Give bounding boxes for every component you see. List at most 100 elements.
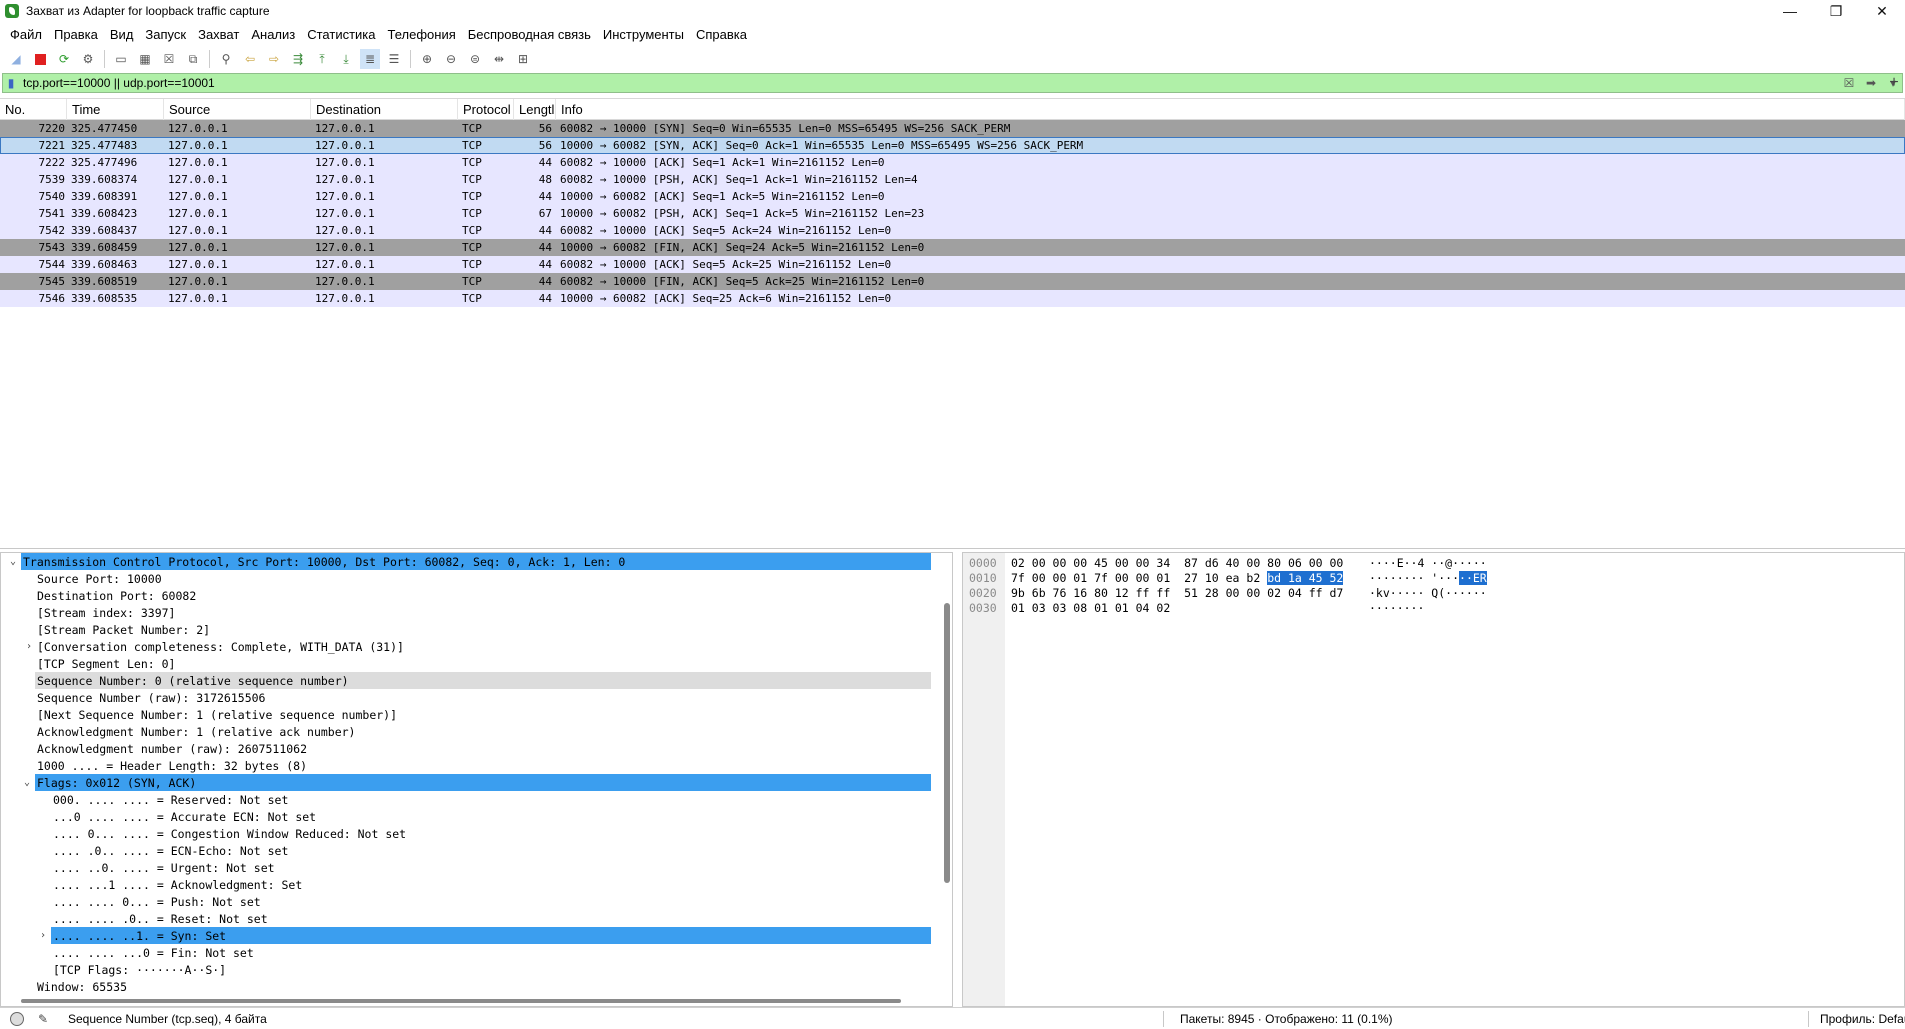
expert-info-icon[interactable] xyxy=(10,1011,24,1026)
display-filter-input[interactable] xyxy=(19,74,1840,92)
detail-tree-item[interactable]: 000. .... .... = Reserved: Not set xyxy=(1,791,952,808)
hex-ascii-row[interactable]: ········ xyxy=(1369,601,1519,616)
pane-splitter[interactable] xyxy=(0,548,1905,549)
maximize-icon[interactable]: ❐ xyxy=(1813,0,1859,22)
bookmark-icon[interactable]: ▮ xyxy=(3,74,19,92)
go-forward-icon[interactable]: ⇨ xyxy=(264,49,284,69)
menu-view[interactable]: Вид xyxy=(104,27,140,42)
go-back-icon[interactable]: ⇦ xyxy=(240,49,260,69)
detail-tree-item[interactable]: Sequence Number (raw): 3172615506 xyxy=(1,689,952,706)
hex-byte-row[interactable]: 9b 6b 76 16 80 12 ff ff 51 28 00 00 02 0… xyxy=(1011,586,1361,601)
zoom-in-icon[interactable]: ⊕ xyxy=(417,49,437,69)
detail-tree-item[interactable]: 1000 .... = Header Length: 32 bytes (8) xyxy=(1,757,952,774)
detail-tree-item[interactable]: [TCP Segment Len: 0] xyxy=(1,655,952,672)
hex-bytes[interactable]: 02 00 00 00 45 00 00 34 87 d6 40 00 80 0… xyxy=(1011,556,1361,616)
start-capture-icon[interactable]: ◢ xyxy=(6,49,26,69)
chevron-down-icon[interactable]: ⌄ xyxy=(21,777,33,788)
detail-tree-item[interactable]: [TCP Flags: ·······A··S·] xyxy=(1,961,952,978)
last-packet-icon[interactable]: ⤓ xyxy=(336,49,356,69)
status-profile[interactable]: Профиль: Default xyxy=(1820,1012,1905,1026)
column-header-destination[interactable]: Destination xyxy=(311,98,458,120)
chevron-right-icon[interactable]: › xyxy=(23,641,35,652)
column-header-no[interactable]: No. xyxy=(0,98,67,120)
save-file-icon[interactable]: ▦ xyxy=(135,49,155,69)
detail-tree-item[interactable]: Window: 65535 xyxy=(1,978,952,995)
detail-tree-item[interactable]: .... .... .0.. = Reset: Not set xyxy=(1,910,952,927)
hex-byte-row[interactable]: 02 00 00 00 45 00 00 34 87 d6 40 00 80 0… xyxy=(1011,556,1361,571)
packet-row[interactable]: 7541 339.608423 127.0.0.1 127.0.0.1 TCP 67 100… xyxy=(0,205,1905,222)
detail-tree-item[interactable]: › [Conversation completeness: Complete, W… xyxy=(1,638,952,655)
detail-tree-item[interactable]: .... ..0. .... = Urgent: Not set xyxy=(1,859,952,876)
packet-row[interactable]: 7545 339.608519 127.0.0.1 127.0.0.1 TCP 44 600… xyxy=(0,273,1905,290)
close-icon[interactable]: ✕ xyxy=(1859,0,1905,22)
add-filter-button-icon[interactable]: + xyxy=(1885,73,1903,93)
menu-statistics[interactable]: Статистика xyxy=(301,27,381,42)
find-packet-icon[interactable]: ⚲ xyxy=(216,49,236,69)
autoscroll-icon[interactable]: ≣ xyxy=(360,49,380,69)
column-header-time[interactable]: Time xyxy=(67,98,164,120)
menu-help[interactable]: Справка xyxy=(690,27,753,42)
go-to-packet-icon[interactable]: ⇶ xyxy=(288,49,308,69)
packet-row[interactable]: 7544 339.608463 127.0.0.1 127.0.0.1 TCP 44 600… xyxy=(0,256,1905,273)
column-header-source[interactable]: Source xyxy=(164,98,311,120)
reload-file-icon[interactable]: ⧉ xyxy=(183,49,203,69)
detail-tree-item[interactable]: ⌄ Flags: 0x012 (SYN, ACK) xyxy=(24,774,931,791)
menu-edit[interactable]: Правка xyxy=(48,27,104,42)
zoom-out-icon[interactable]: ⊖ xyxy=(441,49,461,69)
detail-tree-item[interactable]: .... 0... .... = Congestion Window Reduc… xyxy=(1,825,952,842)
packet-row[interactable]: 7222 325.477496 127.0.0.1 127.0.0.1 TCP 44 600… xyxy=(0,154,1905,171)
resize-columns-icon[interactable]: ⇹ xyxy=(489,49,509,69)
column-header-length[interactable]: Lengtl xyxy=(514,98,556,120)
hex-byte-row[interactable]: 01 03 03 08 01 01 04 02 xyxy=(1011,601,1361,616)
apply-filter-icon[interactable]: ➡ xyxy=(1858,74,1884,92)
packet-row[interactable]: 7220 325.477450 127.0.0.1 127.0.0.1 TCP 56 600… xyxy=(0,120,1905,137)
capture-options-icon[interactable]: ⚙ xyxy=(78,49,98,69)
packet-row[interactable]: 7540 339.608391 127.0.0.1 127.0.0.1 TCP 44 100… xyxy=(0,188,1905,205)
detail-tree-item[interactable]: Acknowledgment number (raw): 2607511062 xyxy=(1,740,952,757)
hex-ascii-row[interactable]: ····E··4 ··@····· xyxy=(1369,556,1519,571)
clear-filter-icon[interactable]: ☒ xyxy=(1840,74,1858,92)
hex-ascii-row[interactable]: ········ '·····ER xyxy=(1369,571,1519,586)
packet-row[interactable]: 7543 339.608459 127.0.0.1 127.0.0.1 TCP 44 100… xyxy=(0,239,1905,256)
column-header-info[interactable]: Info xyxy=(556,98,1905,120)
normal-size-icon[interactable]: ⊜ xyxy=(465,49,485,69)
detail-tree-item[interactable]: [Stream Packet Number: 2] xyxy=(1,621,952,638)
detail-tree-item[interactable]: .... .... 0... = Push: Not set xyxy=(1,893,952,910)
packet-row[interactable]: 7542 339.608437 127.0.0.1 127.0.0.1 TCP 44 600… xyxy=(0,222,1905,239)
menu-file[interactable]: Файл xyxy=(4,27,48,42)
detail-tree-item[interactable]: › .... .... ..1. = Syn: Set xyxy=(40,927,931,944)
packet-row[interactable]: 7539 339.608374 127.0.0.1 127.0.0.1 TCP 48 600… xyxy=(0,171,1905,188)
menu-telephony[interactable]: Телефония xyxy=(382,27,462,42)
stop-capture-icon[interactable] xyxy=(30,49,50,69)
details-vertical-scrollbar[interactable] xyxy=(944,603,950,883)
first-packet-icon[interactable]: ⤒ xyxy=(312,49,332,69)
edit-comment-icon[interactable]: ✎ xyxy=(36,1012,50,1026)
close-file-icon[interactable]: ☒ xyxy=(159,49,179,69)
layout-icon[interactable]: ⊞ xyxy=(513,49,533,69)
detail-tree-item[interactable]: [Stream index: 3397] xyxy=(1,604,952,621)
detail-tree-item[interactable]: ⌄ Transmission Control Protocol, Src Port… xyxy=(10,553,931,570)
menu-tools[interactable]: Инструменты xyxy=(597,27,690,42)
menu-capture[interactable]: Захват xyxy=(192,27,245,42)
hex-byte-row[interactable]: 7f 00 00 01 7f 00 00 01 27 10 ea b2 bd 1… xyxy=(1011,571,1361,586)
colorize-icon[interactable]: ☰ xyxy=(384,49,404,69)
menu-go[interactable]: Запуск xyxy=(139,27,192,42)
menu-analyze[interactable]: Анализ xyxy=(245,27,301,42)
details-horizontal-scrollbar[interactable] xyxy=(21,999,901,1003)
packet-row[interactable]: 7221 325.477483 127.0.0.1 127.0.0.1 TCP 56 100… xyxy=(0,137,1905,154)
detail-tree-item[interactable]: .... .0.. .... = ECN-Echo: Not set xyxy=(1,842,952,859)
menu-wireless[interactable]: Беспроводная связь xyxy=(462,27,597,42)
hex-ascii-row[interactable]: ·kv····· Q(······ xyxy=(1369,586,1519,601)
detail-tree-item[interactable]: Source Port: 10000 xyxy=(1,570,952,587)
detail-tree-item[interactable]: .... .... ...0 = Fin: Not set xyxy=(1,944,952,961)
detail-tree-item[interactable]: Destination Port: 60082 xyxy=(1,587,952,604)
open-file-icon[interactable]: ▭ xyxy=(111,49,131,69)
detail-tree-item[interactable]: ...0 .... .... = Accurate ECN: Not set xyxy=(1,808,952,825)
chevron-right-icon[interactable]: › xyxy=(37,930,49,941)
minimize-icon[interactable]: — xyxy=(1767,0,1813,22)
detail-tree-item[interactable]: Sequence Number: 0 (relative sequence nu… xyxy=(35,672,931,689)
packet-row[interactable]: 7546 339.608535 127.0.0.1 127.0.0.1 TCP 44 100… xyxy=(0,290,1905,307)
detail-tree-item[interactable]: Acknowledgment Number: 1 (relative ack n… xyxy=(1,723,952,740)
restart-capture-icon[interactable]: ⟳ xyxy=(54,49,74,69)
chevron-down-icon[interactable]: ⌄ xyxy=(7,556,19,567)
